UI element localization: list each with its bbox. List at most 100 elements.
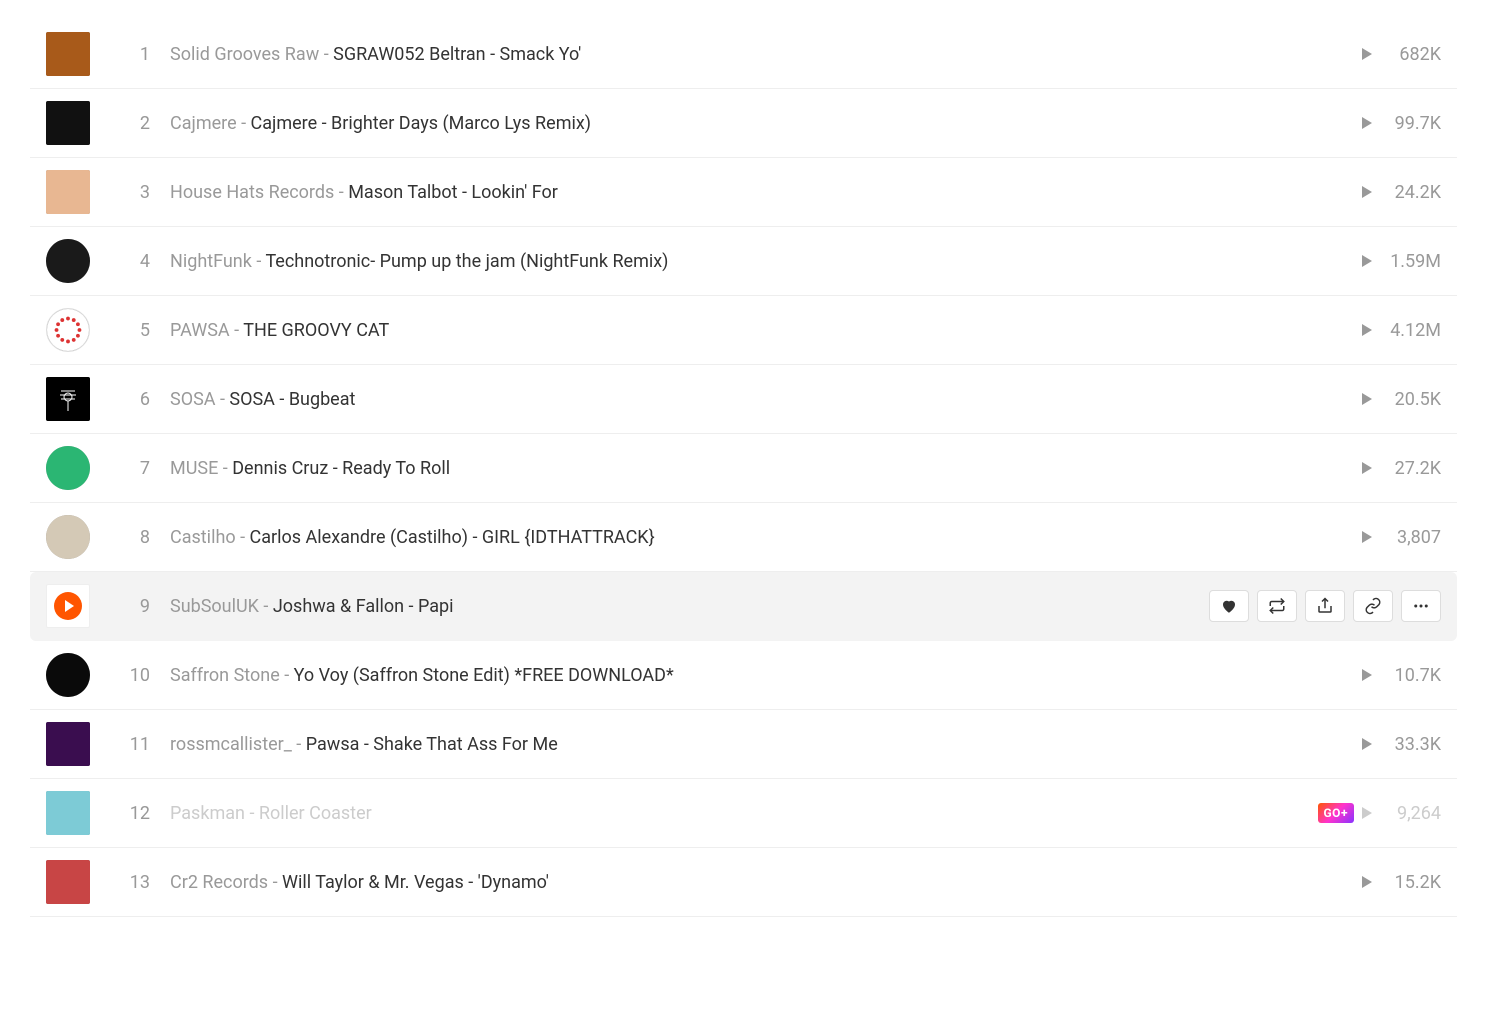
repost-icon xyxy=(1268,597,1286,615)
track-title[interactable]: Mason Talbot - Lookin' For xyxy=(348,182,558,203)
track-artist[interactable]: House Hats Records xyxy=(170,182,334,203)
more-button[interactable] xyxy=(1401,590,1441,622)
track-artist[interactable]: rossmcallister_ xyxy=(170,734,292,755)
track-right-side: 99.7K xyxy=(1362,113,1441,134)
track-right-side: 682K xyxy=(1362,44,1441,65)
track-artist[interactable]: MUSE xyxy=(170,458,218,479)
track-artist[interactable]: Saffron Stone xyxy=(170,665,280,686)
track-artist[interactable]: Cr2 Records xyxy=(170,872,268,893)
track-row[interactable]: 8Castilho - Carlos Alexandre (Castilho) … xyxy=(30,503,1457,572)
track-title[interactable]: SOSA - Bugbeat xyxy=(229,389,355,410)
track-title-column: NightFunk - Technotronic- Pump up the ja… xyxy=(170,251,1346,272)
track-artwork[interactable] xyxy=(46,722,90,766)
play-icon xyxy=(1362,669,1372,681)
track-artwork[interactable] xyxy=(46,377,90,421)
play-count: 9,264 xyxy=(1386,803,1441,824)
track-artist[interactable]: Paskman xyxy=(170,803,245,824)
track-title[interactable]: Yo Voy (Saffron Stone Edit) *FREE DOWNLO… xyxy=(294,665,674,686)
track-title-column: Saffron Stone - Yo Voy (Saffron Stone Ed… xyxy=(170,665,1346,686)
track-row[interactable]: 1Solid Grooves Raw - SGRAW052 Beltran - … xyxy=(30,20,1457,89)
track-title-column: Cr2 Records - Will Taylor & Mr. Vegas - … xyxy=(170,872,1346,893)
track-artwork[interactable] xyxy=(46,860,90,904)
track-row[interactable]: 5PAWSA - THE GROOVY CAT4.12M xyxy=(30,296,1457,365)
track-title[interactable]: Joshwa & Fallon - Papi xyxy=(273,596,454,617)
track-artwork[interactable] xyxy=(46,101,90,145)
play-icon xyxy=(1362,531,1372,543)
track-title-column: House Hats Records - Mason Talbot - Look… xyxy=(170,182,1346,203)
track-artist[interactable]: SubSoulUK xyxy=(170,596,259,617)
track-artist[interactable]: Solid Grooves Raw xyxy=(170,44,319,65)
track-artwork[interactable] xyxy=(46,515,90,559)
track-artwork[interactable] xyxy=(46,653,90,697)
track-title-column: Cajmere - Cajmere - Brighter Days (Marco… xyxy=(170,113,1346,134)
track-title[interactable]: Technotronic- Pump up the jam (NightFunk… xyxy=(265,251,668,272)
track-title[interactable]: Cajmere - Brighter Days (Marco Lys Remix… xyxy=(251,113,592,134)
track-title[interactable]: SGRAW052 Beltran - Smack Yo' xyxy=(333,44,581,65)
play-count: 4.12M xyxy=(1386,320,1441,341)
track-row[interactable]: 3 House Hats Records - Mason Talbot - Loo… xyxy=(30,158,1457,227)
track-rank: 10 xyxy=(110,665,150,686)
track-row[interactable]: 10 Saffron Stone - Yo Voy (Saffron Stone … xyxy=(30,641,1457,710)
track-row[interactable]: 6SOSA - SOSA - Bugbeat20.5K xyxy=(30,365,1457,434)
track-title-column: SOSA - SOSA - Bugbeat xyxy=(170,389,1346,410)
track-row[interactable]: 4 NightFunk - Technotronic- Pump up the j… xyxy=(30,227,1457,296)
play-icon xyxy=(1362,255,1372,267)
track-artist[interactable]: PAWSA xyxy=(170,320,230,341)
track-title-column: PAWSA - THE GROOVY CAT xyxy=(170,320,1346,341)
play-count: 24.2K xyxy=(1386,182,1441,203)
track-row[interactable]: 11 rossmcallister_ - Pawsa - Shake That A… xyxy=(30,710,1457,779)
track-rank: 4 xyxy=(110,251,150,272)
separator: - xyxy=(252,251,266,272)
separator: - xyxy=(268,872,282,893)
track-rank: 11 xyxy=(110,734,150,755)
track-artist[interactable]: Cajmere xyxy=(170,113,237,134)
track-title[interactable]: THE GROOVY CAT xyxy=(243,320,389,341)
like-button[interactable] xyxy=(1209,590,1249,622)
track-title[interactable]: Roller Coaster xyxy=(259,803,372,824)
track-artist[interactable]: SOSA xyxy=(170,389,216,410)
play-count: 682K xyxy=(1386,44,1441,65)
track-right-side: 24.2K xyxy=(1362,182,1441,203)
track-artwork[interactable] xyxy=(46,308,90,352)
play-count: 3,807 xyxy=(1386,527,1441,548)
track-row[interactable]: 13Cr2 Records - Will Taylor & Mr. Vegas … xyxy=(30,848,1457,917)
track-rank: 12 xyxy=(110,803,150,824)
track-artwork[interactable] xyxy=(46,791,90,835)
track-title-column: Solid Grooves Raw - SGRAW052 Beltran - S… xyxy=(170,44,1346,65)
track-artwork[interactable] xyxy=(46,446,90,490)
track-artist[interactable]: Castilho xyxy=(170,527,236,548)
track-rank: 7 xyxy=(110,458,150,479)
share-button[interactable] xyxy=(1305,590,1345,622)
track-row[interactable]: 7MUSE - Dennis Cruz - Ready To Roll27.2K xyxy=(30,434,1457,503)
track-artist[interactable]: NightFunk xyxy=(170,251,252,272)
track-title-column: MUSE - Dennis Cruz - Ready To Roll xyxy=(170,458,1346,479)
separator: - xyxy=(237,113,251,134)
play-count: 99.7K xyxy=(1386,113,1441,134)
track-title[interactable]: Dennis Cruz - Ready To Roll xyxy=(232,458,450,479)
track-right-side: 33.3K xyxy=(1362,734,1441,755)
separator: - xyxy=(218,458,232,479)
track-right-side: 15.2K xyxy=(1362,872,1441,893)
track-artwork[interactable] xyxy=(46,239,90,283)
repost-button[interactable] xyxy=(1257,590,1297,622)
play-count: 10.7K xyxy=(1386,665,1441,686)
track-title-column: Paskman - Roller Coaster xyxy=(170,803,1302,824)
separator: - xyxy=(236,527,250,548)
separator: - xyxy=(230,320,244,341)
track-row[interactable]: 9SubSoulUK - Joshwa & Fallon - Papi xyxy=(30,572,1457,641)
track-title[interactable]: Will Taylor & Mr. Vegas - 'Dynamo' xyxy=(282,872,549,893)
track-row[interactable]: 12Paskman - Roller CoasterGO+9,264 xyxy=(30,779,1457,848)
track-rank: 3 xyxy=(110,182,150,203)
track-title[interactable]: Pawsa - Shake That Ass For Me xyxy=(306,734,558,755)
separator: - xyxy=(292,734,306,755)
track-title[interactable]: Carlos Alexandre (Castilho) - GIRL {IDTH… xyxy=(250,527,655,548)
copy-link-button[interactable] xyxy=(1353,590,1393,622)
play-count: 1.59M xyxy=(1386,251,1441,272)
heart-icon xyxy=(1220,597,1238,615)
track-artwork[interactable] xyxy=(46,170,90,214)
separator: - xyxy=(216,389,230,410)
track-row[interactable]: 2Cajmere - Cajmere - Brighter Days (Marc… xyxy=(30,89,1457,158)
track-artwork[interactable] xyxy=(46,584,90,628)
separator: - xyxy=(319,44,333,65)
track-artwork[interactable] xyxy=(46,32,90,76)
